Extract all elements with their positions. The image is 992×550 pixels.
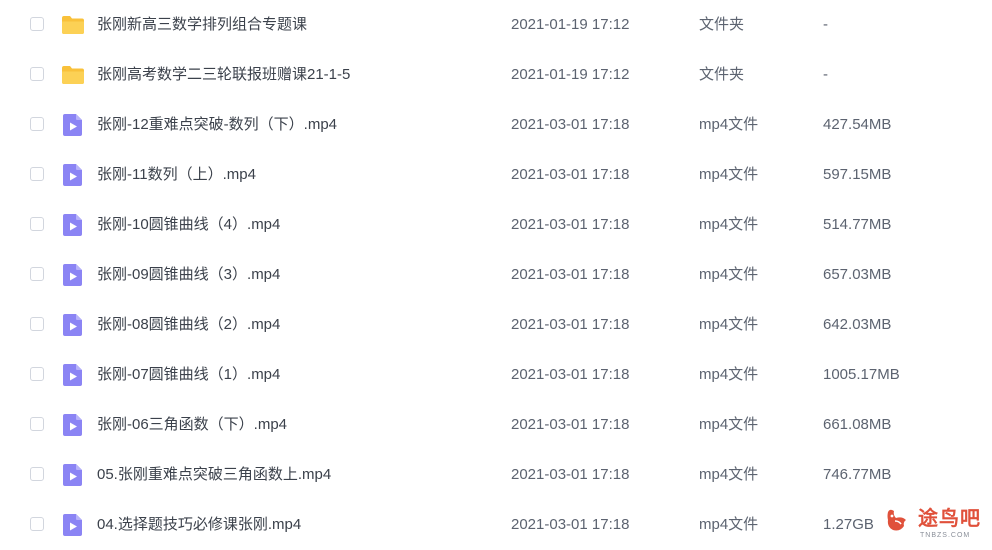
file-date: 2021-01-19 17:12 (511, 16, 630, 33)
file-size: 746.77MB (823, 466, 892, 483)
file-row[interactable]: 张刚-09圆锥曲线（3）.mp4 2021-03-01 17:18 mp4文件 … (0, 250, 992, 300)
file-date: 2021-03-01 17:18 (511, 366, 630, 383)
row-checkbox[interactable] (30, 167, 44, 181)
file-row[interactable]: 张刚新高三数学排列组合专题课 2021-01-19 17:12 文件夹 - (0, 0, 992, 50)
watermark-subtext: TNBZS.COM (920, 532, 971, 539)
video-file-icon (61, 413, 85, 437)
row-checkbox[interactable] (30, 367, 44, 381)
file-size: - (823, 16, 828, 33)
file-name[interactable]: 张刚高考数学二三轮联报班赠课21-1-5 (97, 50, 350, 100)
file-size: 1005.17MB (823, 366, 900, 383)
file-type: mp4文件 (699, 116, 759, 133)
file-size: 661.08MB (823, 416, 892, 433)
file-size: 597.15MB (823, 166, 892, 183)
row-checkbox[interactable] (30, 117, 44, 131)
file-name[interactable]: 张刚-12重难点突破-数列（下）.mp4 (97, 100, 337, 150)
file-size: 427.54MB (823, 116, 892, 133)
file-name[interactable]: 张刚-11数列（上）.mp4 (97, 150, 256, 200)
video-file-icon (61, 263, 85, 287)
row-checkbox[interactable] (30, 467, 44, 481)
file-list: 张刚新高三数学排列组合专题课 2021-01-19 17:12 文件夹 - 张刚… (0, 0, 992, 550)
file-row[interactable]: 张刚高考数学二三轮联报班赠课21-1-5 2021-01-19 17:12 文件… (0, 50, 992, 100)
file-type: mp4文件 (699, 266, 759, 283)
file-row[interactable]: 05.张刚重难点突破三角函数上.mp4 2021-03-01 17:18 mp4… (0, 450, 992, 500)
site-watermark: 途鸟吧 TNBZS.COM (880, 500, 992, 546)
file-date: 2021-03-01 17:18 (511, 316, 630, 333)
file-size: - (823, 66, 828, 83)
video-file-icon (61, 513, 85, 537)
file-type: mp4文件 (699, 366, 759, 383)
file-type: mp4文件 (699, 166, 759, 183)
row-checkbox[interactable] (30, 67, 44, 81)
file-type: mp4文件 (699, 516, 759, 533)
file-row[interactable]: 张刚-08圆锥曲线（2）.mp4 2021-03-01 17:18 mp4文件 … (0, 300, 992, 350)
video-file-icon (61, 213, 85, 237)
folder-icon (61, 13, 85, 37)
file-date: 2021-03-01 17:18 (511, 466, 630, 483)
row-checkbox[interactable] (30, 317, 44, 331)
file-type: mp4文件 (699, 416, 759, 433)
row-checkbox[interactable] (30, 217, 44, 231)
row-checkbox[interactable] (30, 417, 44, 431)
file-type: mp4文件 (699, 316, 759, 333)
watermark-text: 途鸟吧 (918, 506, 981, 530)
file-date: 2021-03-01 17:18 (511, 216, 630, 233)
video-file-icon (61, 313, 85, 337)
file-type: 文件夹 (699, 16, 745, 33)
file-size: 657.03MB (823, 266, 892, 283)
file-name[interactable]: 张刚-09圆锥曲线（3）.mp4 (97, 250, 280, 300)
file-name[interactable]: 张刚-07圆锥曲线（1）.mp4 (97, 350, 280, 400)
file-date: 2021-01-19 17:12 (511, 66, 630, 83)
file-type: mp4文件 (699, 216, 759, 233)
file-row[interactable]: 张刚-06三角函数（下）.mp4 2021-03-01 17:18 mp4文件 … (0, 400, 992, 450)
video-file-icon (61, 463, 85, 487)
file-type: mp4文件 (699, 466, 759, 483)
file-date: 2021-03-01 17:18 (511, 516, 630, 533)
row-checkbox[interactable] (30, 517, 44, 531)
file-row[interactable]: 张刚-11数列（上）.mp4 2021-03-01 17:18 mp4文件 59… (0, 150, 992, 200)
file-date: 2021-03-01 17:18 (511, 266, 630, 283)
row-checkbox[interactable] (30, 267, 44, 281)
bird-logo-icon (884, 506, 918, 538)
file-name[interactable]: 张刚-08圆锥曲线（2）.mp4 (97, 300, 280, 350)
file-name[interactable]: 张刚-06三角函数（下）.mp4 (97, 400, 287, 450)
file-row[interactable]: 张刚-12重难点突破-数列（下）.mp4 2021-03-01 17:18 mp… (0, 100, 992, 150)
file-size: 642.03MB (823, 316, 892, 333)
video-file-icon (61, 363, 85, 387)
file-size: 514.77MB (823, 216, 892, 233)
file-name[interactable]: 05.张刚重难点突破三角函数上.mp4 (97, 450, 331, 500)
file-name[interactable]: 张刚新高三数学排列组合专题课 (97, 0, 307, 50)
file-date: 2021-03-01 17:18 (511, 116, 630, 133)
folder-icon (61, 63, 85, 87)
file-name[interactable]: 04.选择题技巧必修课张刚.mp4 (97, 500, 301, 550)
video-file-icon (61, 113, 85, 137)
file-date: 2021-03-01 17:18 (511, 166, 630, 183)
file-size: 1.27GB (823, 516, 874, 533)
row-checkbox[interactable] (30, 17, 44, 31)
video-file-icon (61, 163, 85, 187)
file-row[interactable]: 04.选择题技巧必修课张刚.mp4 2021-03-01 17:18 mp4文件… (0, 500, 992, 550)
file-date: 2021-03-01 17:18 (511, 416, 630, 433)
file-row[interactable]: 张刚-10圆锥曲线（4）.mp4 2021-03-01 17:18 mp4文件 … (0, 200, 992, 250)
file-type: 文件夹 (699, 66, 745, 83)
file-name[interactable]: 张刚-10圆锥曲线（4）.mp4 (97, 200, 280, 250)
file-row[interactable]: 张刚-07圆锥曲线（1）.mp4 2021-03-01 17:18 mp4文件 … (0, 350, 992, 400)
